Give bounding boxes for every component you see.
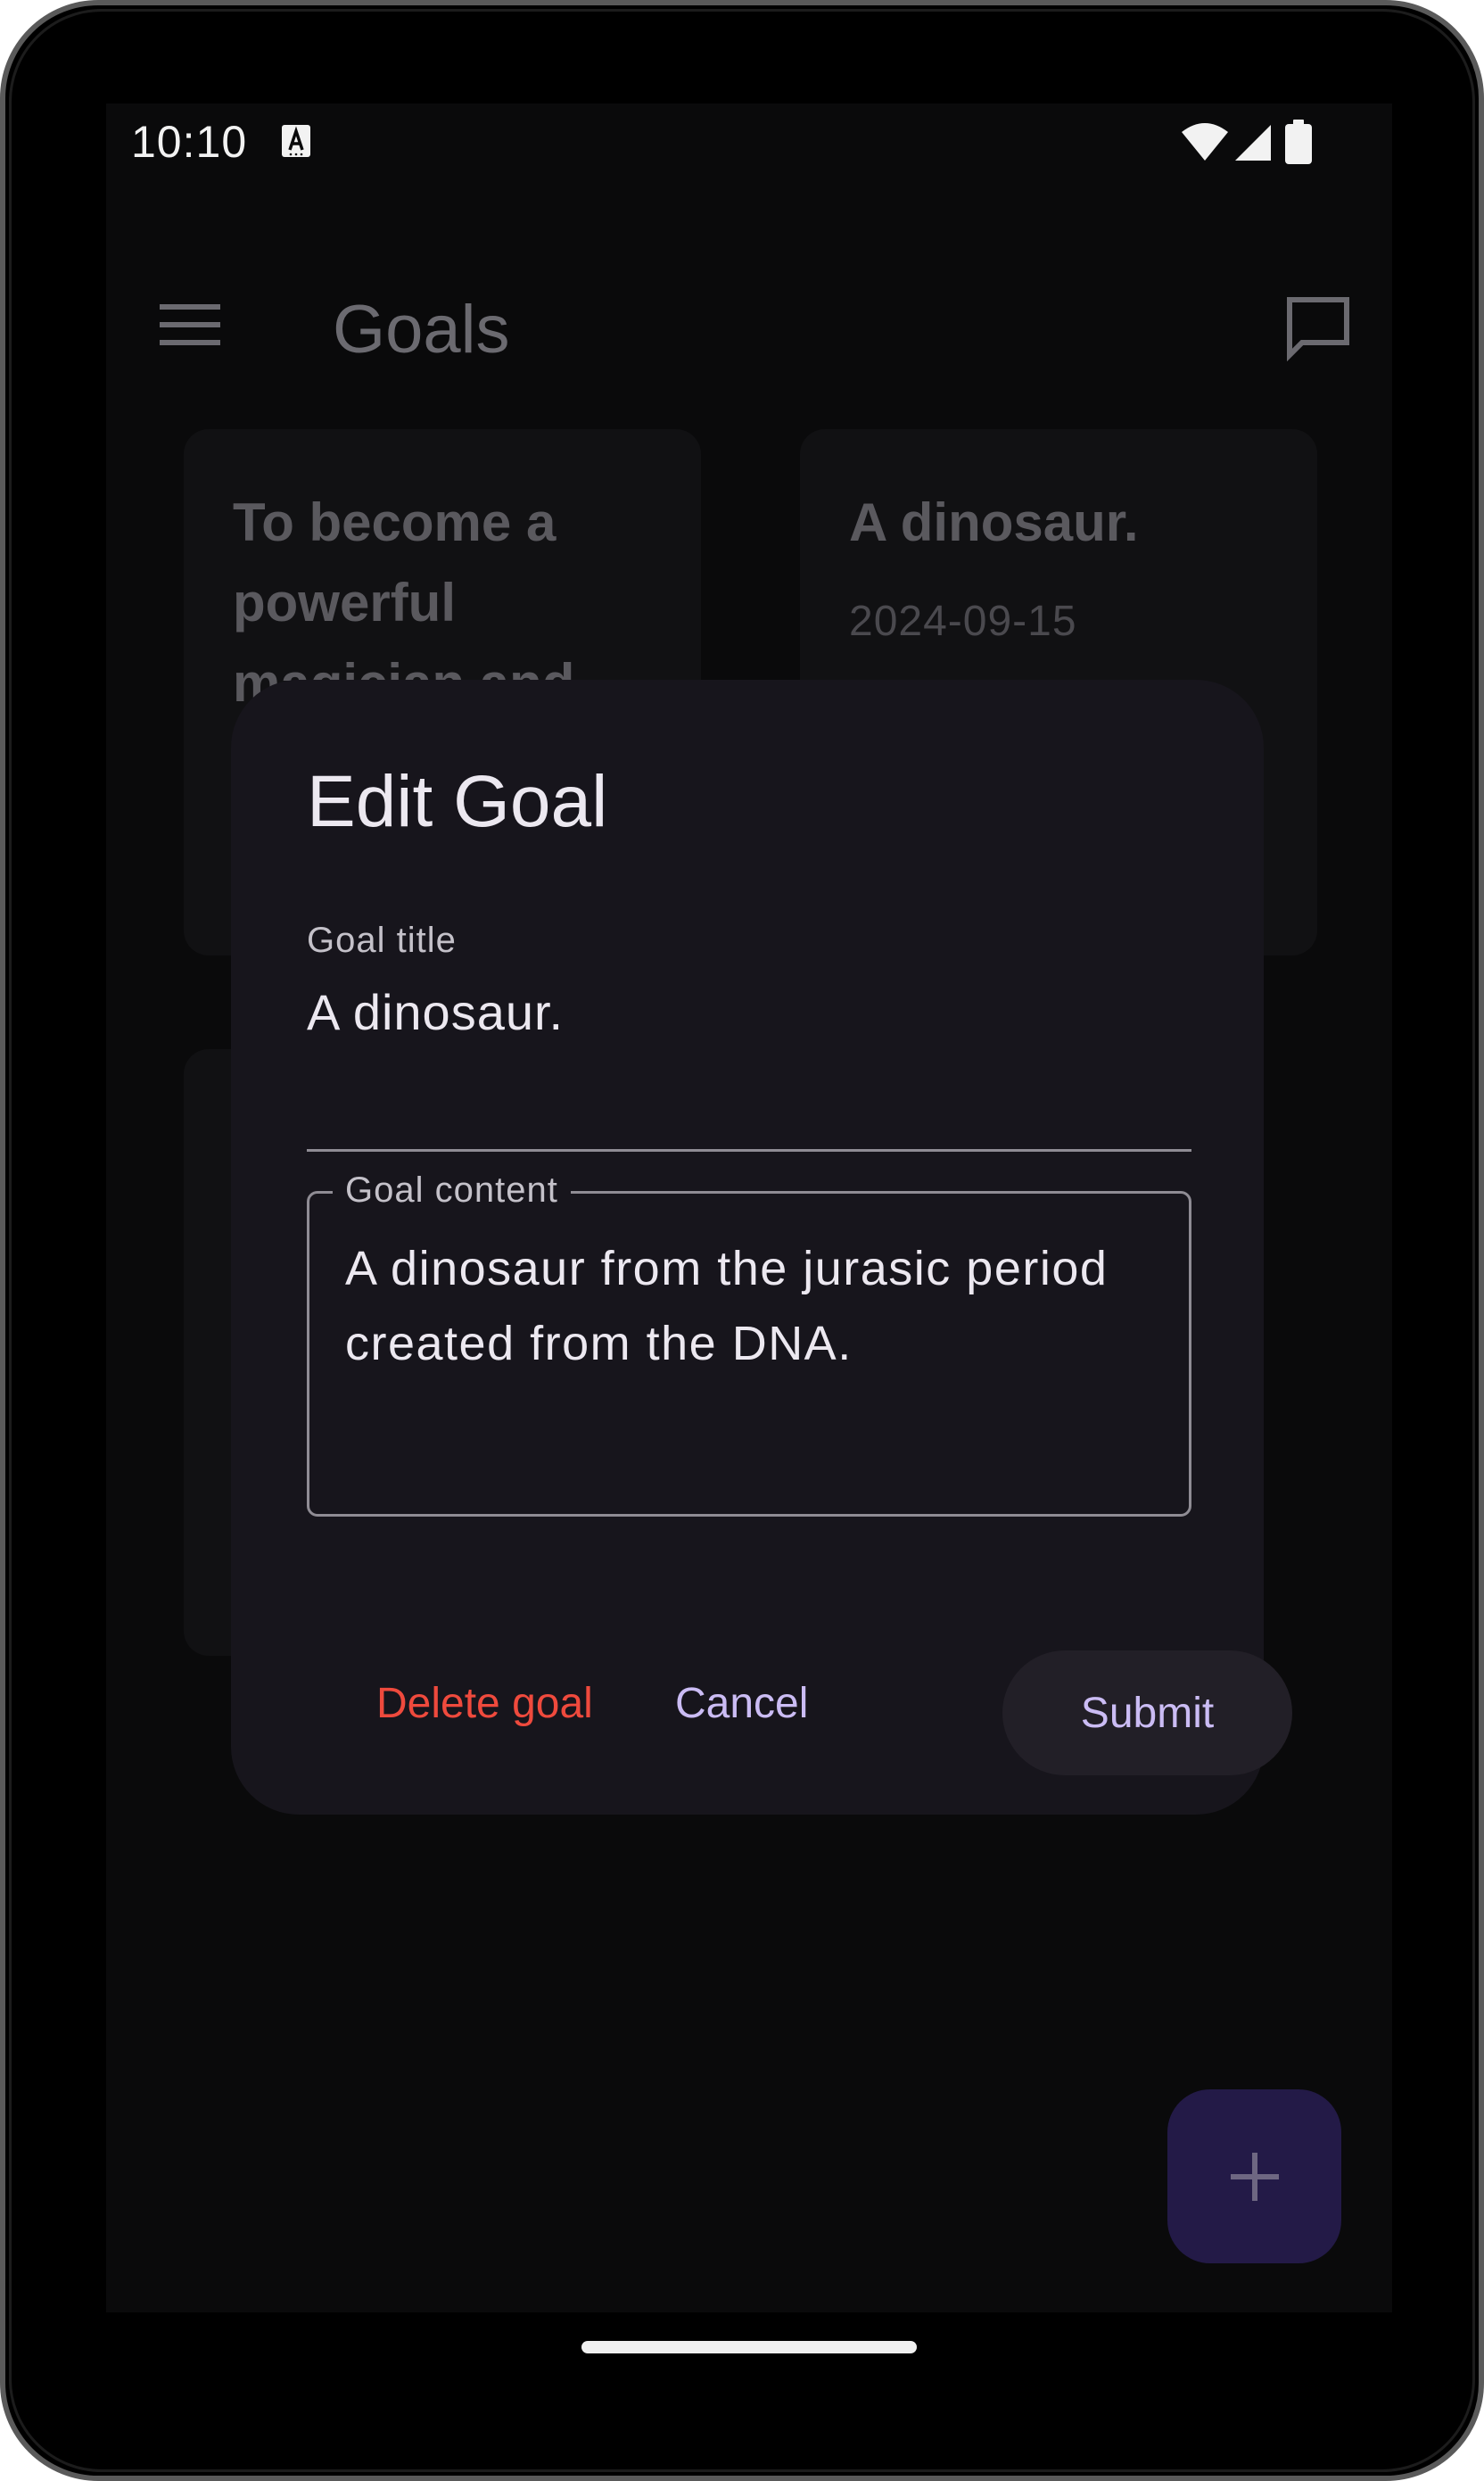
home-indicator[interactable]: [581, 2341, 917, 2353]
goal-title-input[interactable]: A dinosaur.: [307, 983, 564, 1041]
battery-icon: [1285, 120, 1312, 164]
screen: 10:10 Goals To become a powerful A dinos…: [106, 103, 1392, 2312]
delete-goal-button[interactable]: Delete goal: [369, 1672, 600, 1735]
page-title: Goals: [333, 292, 510, 368]
device-frame: 10:10 Goals To become a powerful A dinos…: [0, 0, 1484, 2481]
status-time: 10:10: [131, 117, 248, 167]
goal-title-label: Goal title: [307, 921, 457, 960]
accessibility-a-icon: [282, 125, 310, 157]
add-goal-fab[interactable]: [1167, 2089, 1341, 2263]
goal-card-title: A dinosaur.: [849, 492, 1139, 552]
status-bar: 10:10: [106, 103, 1392, 186]
signal-icon: [1235, 125, 1271, 161]
submit-button[interactable]: Submit: [1002, 1650, 1292, 1775]
goal-content-text[interactable]: A dinosaur from the jurasic period creat…: [345, 1231, 1148, 1381]
wifi-icon: [1182, 123, 1228, 161]
cancel-button[interactable]: Cancel: [668, 1672, 815, 1735]
chat-icon[interactable]: [1285, 295, 1351, 361]
menu-icon[interactable]: [160, 302, 220, 347]
dialog-title: Edit Goal: [307, 761, 608, 842]
app-bar: Goals: [106, 273, 1392, 371]
goal-card-date: 2024-09-15: [849, 598, 1077, 645]
plus-icon: [1231, 2153, 1279, 2201]
edit-goal-dialog: Edit Goal Goal title A dinosaur. Goal co…: [231, 680, 1292, 1815]
goal-title-underline: [307, 1149, 1191, 1152]
goal-content-label: Goal content: [333, 1170, 571, 1211]
